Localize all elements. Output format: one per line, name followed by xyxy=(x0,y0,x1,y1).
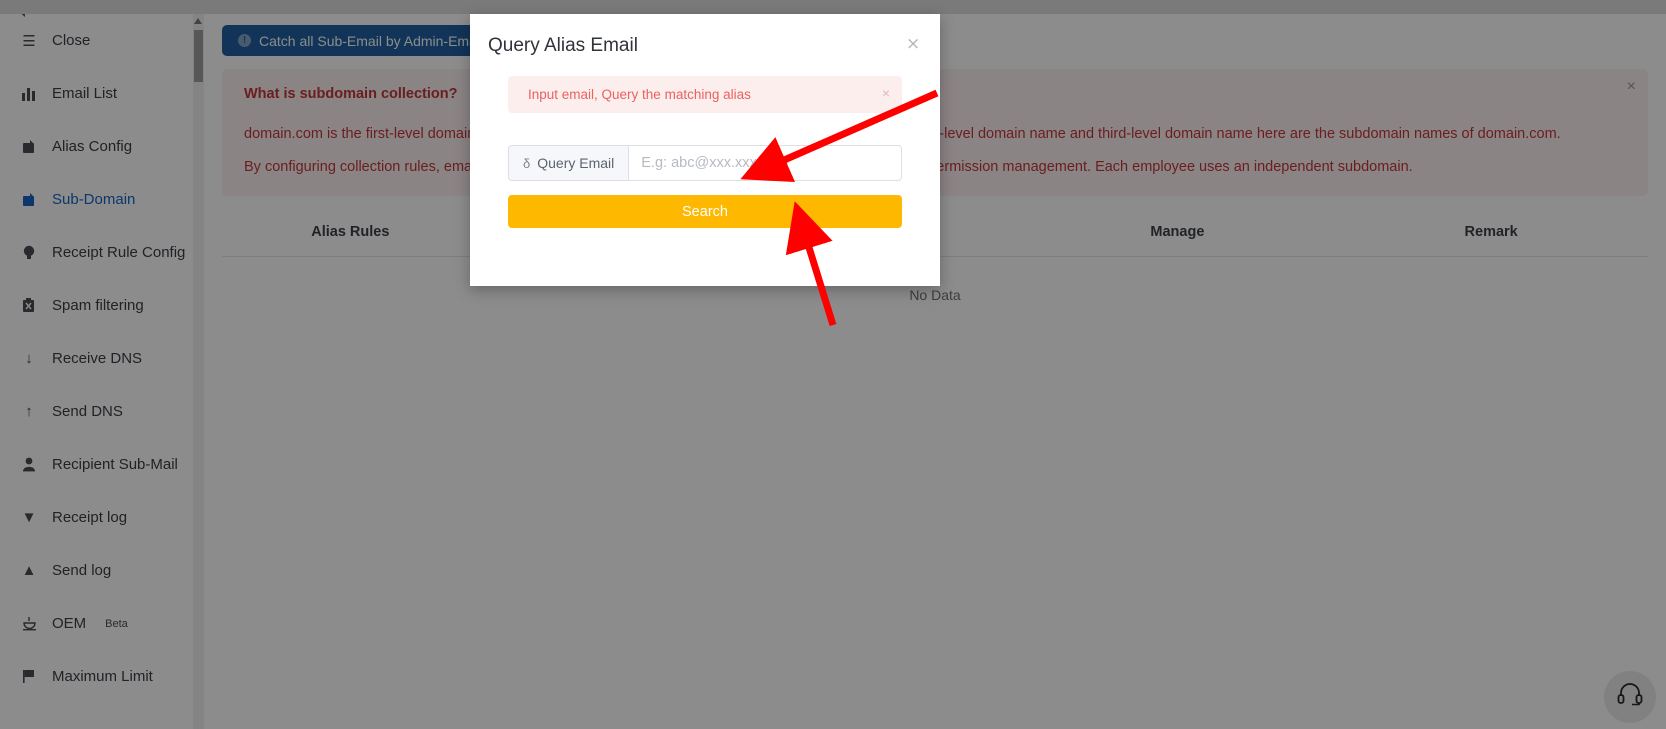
app-root: ☰ Close Email List Alias Config Sub-Doma… xyxy=(0,0,1666,729)
modal-close-icon[interactable]: × xyxy=(906,36,920,53)
query-email-input[interactable] xyxy=(628,145,902,181)
modal-alert-text: Input email, Query the matching alias xyxy=(528,87,751,102)
search-button[interactable]: Search xyxy=(508,195,902,228)
modal-alert-close-icon[interactable]: × xyxy=(882,86,890,100)
modal-body: Input email, Query the matching alias × … xyxy=(470,76,940,228)
browser-top-strip xyxy=(0,0,1666,14)
query-alias-email-modal: Query Alias Email × Input email, Query t… xyxy=(470,14,940,286)
modal-title: Query Alias Email xyxy=(488,35,638,56)
query-email-addon: δ Query Email xyxy=(508,145,629,181)
modal-alert: Input email, Query the matching alias × xyxy=(508,76,902,113)
modal-header: Query Alias Email × xyxy=(470,14,940,76)
key-icon: δ xyxy=(523,155,531,171)
query-email-addon-label: Query Email xyxy=(537,155,615,171)
query-email-input-group: δ Query Email xyxy=(508,145,902,181)
